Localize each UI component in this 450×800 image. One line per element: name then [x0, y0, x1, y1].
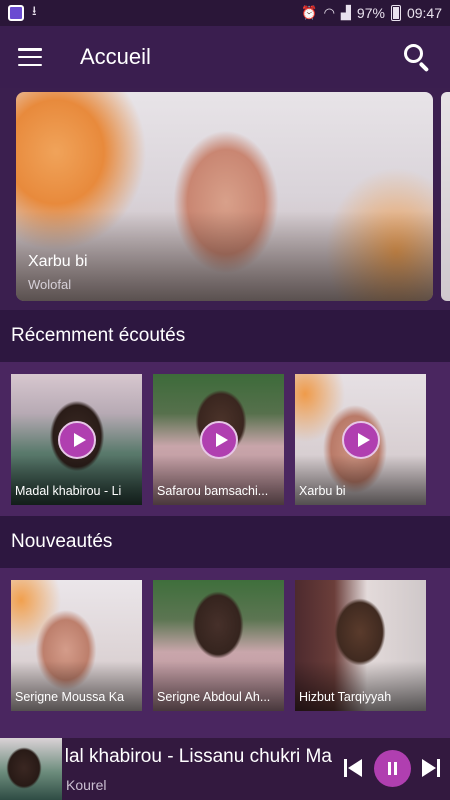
app-bar: Accueil	[0, 26, 450, 88]
mini-player[interactable]: Madal khabirou - Lissanu chukri Magal 2 …	[0, 738, 450, 800]
new-tile[interactable]: Hizbut Tarqiyyah	[295, 580, 426, 711]
download-icon: ⭳	[32, 3, 37, 18]
status-right: ⏰ ◠ ▟ 97% 09:47	[301, 5, 442, 21]
new-tile[interactable]: Serigne Moussa Ka	[11, 580, 142, 711]
search-icon[interactable]	[402, 42, 432, 73]
recent-tile[interactable]: Xarbu bi	[295, 374, 426, 505]
player-title-text: Madal khabirou - Lissanu chukri Magal 2	[66, 746, 332, 767]
tile-label: Xarbu bi	[299, 484, 346, 498]
app-notification-icon	[8, 5, 24, 21]
section-header-recent: Récemment écoutés	[0, 310, 450, 362]
tile-label: Safarou bamsachi...	[157, 484, 269, 498]
wifi-icon: ◠	[323, 5, 335, 20]
signal-icon: ▟	[340, 5, 351, 20]
next-icon[interactable]	[420, 757, 442, 779]
clock: 09:47	[406, 5, 442, 21]
tile-label: Serigne Moussa Ka	[15, 690, 125, 704]
recent-tile[interactable]: Madal khabirou - Li	[11, 374, 142, 505]
featured-card[interactable]: Xarbu bi Wolofal	[16, 92, 433, 301]
tile-label: Hizbut Tarqiyyah	[299, 690, 392, 704]
featured-carousel: Xarbu bi Wolofal	[0, 88, 450, 310]
player-subtitle: Kourel	[66, 777, 107, 793]
section-header-new: Nouveautés	[0, 516, 450, 568]
next-featured-card-peek[interactable]	[441, 92, 450, 301]
new-tile[interactable]: Serigne Abdoul Ah...	[153, 580, 284, 711]
hamburger-menu-icon[interactable]	[18, 48, 42, 66]
pause-icon[interactable]	[374, 750, 411, 787]
previous-icon[interactable]	[343, 757, 365, 779]
alarm-icon: ⏰	[301, 5, 318, 20]
player-artwork[interactable]	[0, 738, 62, 800]
player-title: Madal khabirou - Lissanu chukri Magal 2	[66, 746, 332, 768]
new-row: Serigne Moussa Ka Serigne Abdoul Ah... H…	[0, 568, 450, 722]
page-title: Accueil	[80, 44, 151, 69]
play-icon[interactable]	[200, 421, 238, 459]
play-icon[interactable]	[58, 421, 96, 459]
status-left: ⭳	[8, 2, 37, 24]
featured-title: Xarbu bi	[28, 253, 88, 270]
battery-percent: 97%	[356, 5, 385, 21]
recent-row: Madal khabirou - Li Safarou bamsachi... …	[0, 362, 450, 516]
tile-label: Serigne Abdoul Ah...	[157, 690, 271, 704]
play-icon[interactable]	[342, 421, 380, 459]
tile-label: Madal khabirou - Li	[15, 484, 122, 498]
battery-icon	[390, 5, 401, 21]
recent-tile[interactable]: Safarou bamsachi...	[153, 374, 284, 505]
status-bar: ⭳ ⏰ ◠ ▟ 97% 09:47	[0, 0, 450, 26]
list-spacer	[0, 722, 450, 738]
featured-subtitle: Wolofal	[28, 277, 72, 292]
